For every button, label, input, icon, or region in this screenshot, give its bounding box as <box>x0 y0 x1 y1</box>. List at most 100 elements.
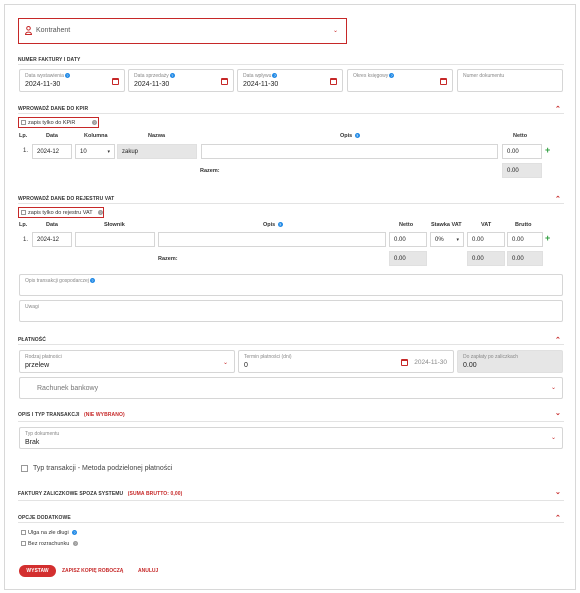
divider <box>18 344 564 345</box>
vat-col-data: Data <box>46 222 58 228</box>
chevron-up-icon[interactable]: ⌃ <box>555 337 561 344</box>
help-icon[interactable]: ? <box>72 530 77 535</box>
help-icon[interactable]: ? <box>64 73 70 79</box>
chevron-up-icon[interactable]: ⌃ <box>555 106 561 113</box>
transaction-type-section: OPIS I TYP TRANSAKCJI (NIE WYBRANO) <box>18 412 125 418</box>
help-icon[interactable]: ? <box>277 222 283 228</box>
calendar-icon[interactable] <box>221 78 228 85</box>
accounting-period-label: Okres księgowy <box>353 73 389 79</box>
kpir-row-lp: 1. <box>23 148 29 154</box>
calendar-icon[interactable] <box>330 78 337 85</box>
kpir-column-value: 10 <box>80 149 87 155</box>
transaction-type-title: OPIS I TYP TRANSAKCJI <box>18 412 80 418</box>
split-payment-label: Typ transakcji - Metoda podzielonej płat… <box>33 465 173 472</box>
vat-sum-netto: 0.00 <box>389 251 427 266</box>
vat-description-input[interactable] <box>158 232 386 247</box>
chevron-down-icon[interactable]: ⌄ <box>555 410 561 417</box>
divider <box>18 421 564 422</box>
kpir-sum-label: Razem: <box>200 168 220 174</box>
transaction-description-input[interactable]: Opis transakcji gospodarczej? <box>19 274 563 296</box>
sale-date-label: Data sprzedaży <box>134 73 169 79</box>
kpir-section-title: WPROWADŹ DANE DO KPIR <box>18 106 89 112</box>
payment-method-value: przelew <box>25 362 50 369</box>
chevron-up-icon[interactable]: ⌃ <box>555 515 561 522</box>
bank-account-select[interactable]: Rachunek bankowy ⌄ <box>19 377 563 399</box>
kpir-only-checkbox[interactable] <box>21 120 26 125</box>
calendar-icon[interactable] <box>401 359 408 366</box>
help-icon[interactable]: ? <box>89 278 95 284</box>
chevron-down-icon[interactable]: ⌄ <box>555 489 561 496</box>
calendar-icon[interactable] <box>440 78 447 85</box>
kpir-col-netto: Netto <box>513 133 528 139</box>
no-settlement-checkbox[interactable] <box>21 541 26 546</box>
payment-method-select[interactable]: Rodzaj płatności przelew ⌄ <box>19 350 235 373</box>
split-payment-checkbox[interactable] <box>21 465 28 472</box>
kpir-date-input[interactable]: 2024-12 <box>32 144 72 159</box>
help-icon[interactable]: ? <box>389 73 395 79</box>
payment-due-date: 2024-11-30 <box>414 359 447 366</box>
invoice-section-title: NUMER FAKTURY I DATY <box>18 57 81 63</box>
help-icon[interactable]: ? <box>354 133 360 139</box>
help-icon[interactable]: ? <box>272 73 278 79</box>
vat-col-vat: VAT <box>481 222 492 228</box>
divider <box>18 64 564 65</box>
kpir-col-nazwa: Nazwa <box>148 133 166 139</box>
issue-date-field[interactable]: Data wystawienia? 2024-11-30 <box>19 69 125 92</box>
plus-icon[interactable]: + <box>545 146 550 155</box>
vat-date-input[interactable]: 2024-12 <box>32 232 72 247</box>
help-icon[interactable]: ? <box>169 73 175 79</box>
chevron-down-icon: ⌄ <box>332 28 338 34</box>
payment-section-title: PŁATNOŚĆ <box>18 337 46 343</box>
document-number-field[interactable]: Numer dokumentu <box>457 69 563 92</box>
vat-col-opis-label: Opis <box>263 222 276 228</box>
vat-row-lp: 1. <box>23 237 29 243</box>
kpir-col-kolumna: Kolumna <box>84 133 108 139</box>
remarks-label: Uwagi <box>25 304 39 310</box>
payment-term-input[interactable]: Termin płatności (dni) 0 2024-11-30 <box>238 350 454 373</box>
help-icon[interactable]: ? <box>98 210 103 215</box>
vat-rate-select[interactable]: 0% ▾ <box>430 232 464 247</box>
vat-col-lp: Lp. <box>19 222 28 228</box>
calendar-icon[interactable] <box>112 78 119 85</box>
vat-only-label: zapis tylko do rejestru VAT <box>28 210 93 216</box>
divider <box>18 500 564 501</box>
extra-options-title: OPCJE DODATKOWE <box>18 515 71 521</box>
vat-sum-vat: 0.00 <box>467 251 505 266</box>
vat-brutto-input[interactable]: 0.00 <box>507 232 543 247</box>
vat-amount-input[interactable]: 0.00 <box>467 232 505 247</box>
cancel-button[interactable]: ANULUJ <box>138 568 158 574</box>
remarks-input[interactable]: Uwagi <box>19 300 563 322</box>
kontrahent-select[interactable]: Kontrahent ⌄ <box>21 21 344 41</box>
vat-dictionary-input[interactable] <box>75 232 155 247</box>
divider <box>18 522 564 523</box>
save-draft-button[interactable]: ZAPISZ KOPIĘ ROBOCZĄ <box>62 568 123 574</box>
receipt-date-field[interactable]: Data wpływu? 2024-11-30 <box>237 69 343 92</box>
help-icon[interactable]: ? <box>92 120 97 125</box>
plus-icon[interactable]: + <box>545 234 550 243</box>
payment-term-label: Termin płatności (dni) <box>244 354 292 360</box>
vat-netto-input[interactable]: 0.00 <box>389 232 427 247</box>
vat-col-stawka: Stawka VAT <box>431 222 462 228</box>
document-type-select[interactable]: Typ dokumentu Brak ⌄ <box>19 427 563 449</box>
kpir-netto-input[interactable]: 0.00 <box>502 144 542 159</box>
issue-button[interactable]: WYSTAW <box>19 565 56 577</box>
kpir-name-input[interactable]: zakup <box>117 144 197 159</box>
document-number-label: Numer dokumentu <box>463 73 505 79</box>
kpir-sum-netto: 0.00 <box>502 163 542 178</box>
kpir-column-select[interactable]: 10 ▾ <box>75 144 115 159</box>
kpir-col-data: Data <box>46 133 58 139</box>
advance-invoices-section: FAKTURY ZALICZKOWE SPOZA SYSTEMU (SUMA B… <box>18 491 182 497</box>
advance-payment-label: Do zapłaty po zaliczkach <box>463 354 519 360</box>
sale-date-field[interactable]: Data sprzedaży? 2024-11-30 <box>128 69 234 92</box>
kpir-col-opis: Opis ? <box>340 133 360 139</box>
accounting-period-field[interactable]: Okres księgowy? <box>347 69 453 92</box>
vat-only-checkbox[interactable] <box>21 210 26 215</box>
chevron-down-icon: ⌄ <box>222 360 228 366</box>
chevron-up-icon[interactable]: ⌃ <box>555 196 561 203</box>
bad-debt-relief-checkbox[interactable] <box>21 530 26 535</box>
receipt-date-label: Data wpływu <box>243 73 272 79</box>
transaction-type-status: (NIE WYBRANO) <box>83 412 125 418</box>
kpir-description-input[interactable] <box>201 144 498 159</box>
help-icon[interactable]: ? <box>73 541 78 546</box>
vat-col-slownik: Słownik <box>104 222 125 228</box>
